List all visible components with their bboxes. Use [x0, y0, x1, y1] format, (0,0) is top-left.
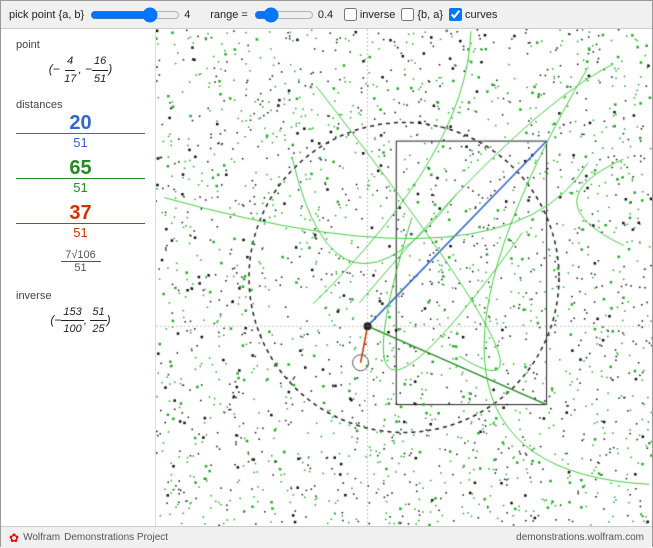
dist2-num: 65 [16, 158, 145, 178]
main-area: point (− 417, −1651) distances 20 51 65 … [1, 29, 652, 526]
point-value: (− 417, −1651) [16, 53, 145, 87]
range-slider-container: 0.4 [254, 8, 338, 22]
distances-label: distances [16, 99, 145, 111]
dist3-den: 51 [16, 223, 145, 242]
curves-checkbox-label[interactable]: curves [449, 8, 497, 21]
dist3-block: 37 51 [16, 203, 145, 242]
sidebar: point (− 417, −1651) distances 20 51 65 … [1, 29, 156, 526]
wolfram-label: Wolfram [23, 532, 60, 543]
inverse-checkbox-label[interactable]: inverse [344, 8, 395, 21]
inverse-label: inverse [16, 290, 145, 302]
canvas-area[interactable] [156, 29, 652, 526]
inverse-value: (−153100, 5125) [16, 304, 145, 338]
pick-point-value: 4 [184, 9, 204, 21]
wolfram-icon: ✿ [9, 531, 19, 545]
dist1-den: 51 [16, 133, 145, 152]
wolfram-branding: ✿ Wolfram Demonstrations Project [9, 531, 168, 545]
dist1-block: 20 51 [16, 113, 145, 152]
pick-point-label: pick point {a, b} [9, 9, 84, 21]
point-section: point (− 417, −1651) [16, 39, 145, 87]
ba-checkbox[interactable] [401, 8, 414, 21]
footer-url: demonstrations.wolfram.com [516, 532, 644, 543]
pick-point-slider-container: 4 [90, 8, 204, 22]
demonstrations-project-label: Demonstrations Project [64, 532, 168, 543]
inverse-section: inverse (−153100, 5125) [16, 290, 145, 338]
footer: ✿ Wolfram Demonstrations Project demonst… [1, 526, 652, 548]
point-label: point [16, 39, 145, 51]
curves-checkbox[interactable] [449, 8, 462, 21]
sqrt-expr: 7√106 51 [16, 249, 145, 274]
range-label: range = [210, 9, 248, 21]
dist3-num: 37 [16, 203, 145, 223]
range-slider[interactable] [254, 8, 314, 22]
ba-checkbox-label[interactable]: {b, a} [401, 8, 443, 21]
dist2-block: 65 51 [16, 158, 145, 197]
dist1-num: 20 [16, 113, 145, 133]
range-value: 0.4 [318, 9, 338, 21]
pick-point-slider[interactable] [90, 8, 180, 22]
toolbar: pick point {a, b} 4 range = 0.4 inverse … [1, 1, 652, 29]
visualization-canvas[interactable] [156, 29, 652, 526]
dist2-den: 51 [16, 178, 145, 197]
distances-section: distances 20 51 65 51 37 51 7√106 51 [16, 99, 145, 274]
inverse-checkbox[interactable] [344, 8, 357, 21]
